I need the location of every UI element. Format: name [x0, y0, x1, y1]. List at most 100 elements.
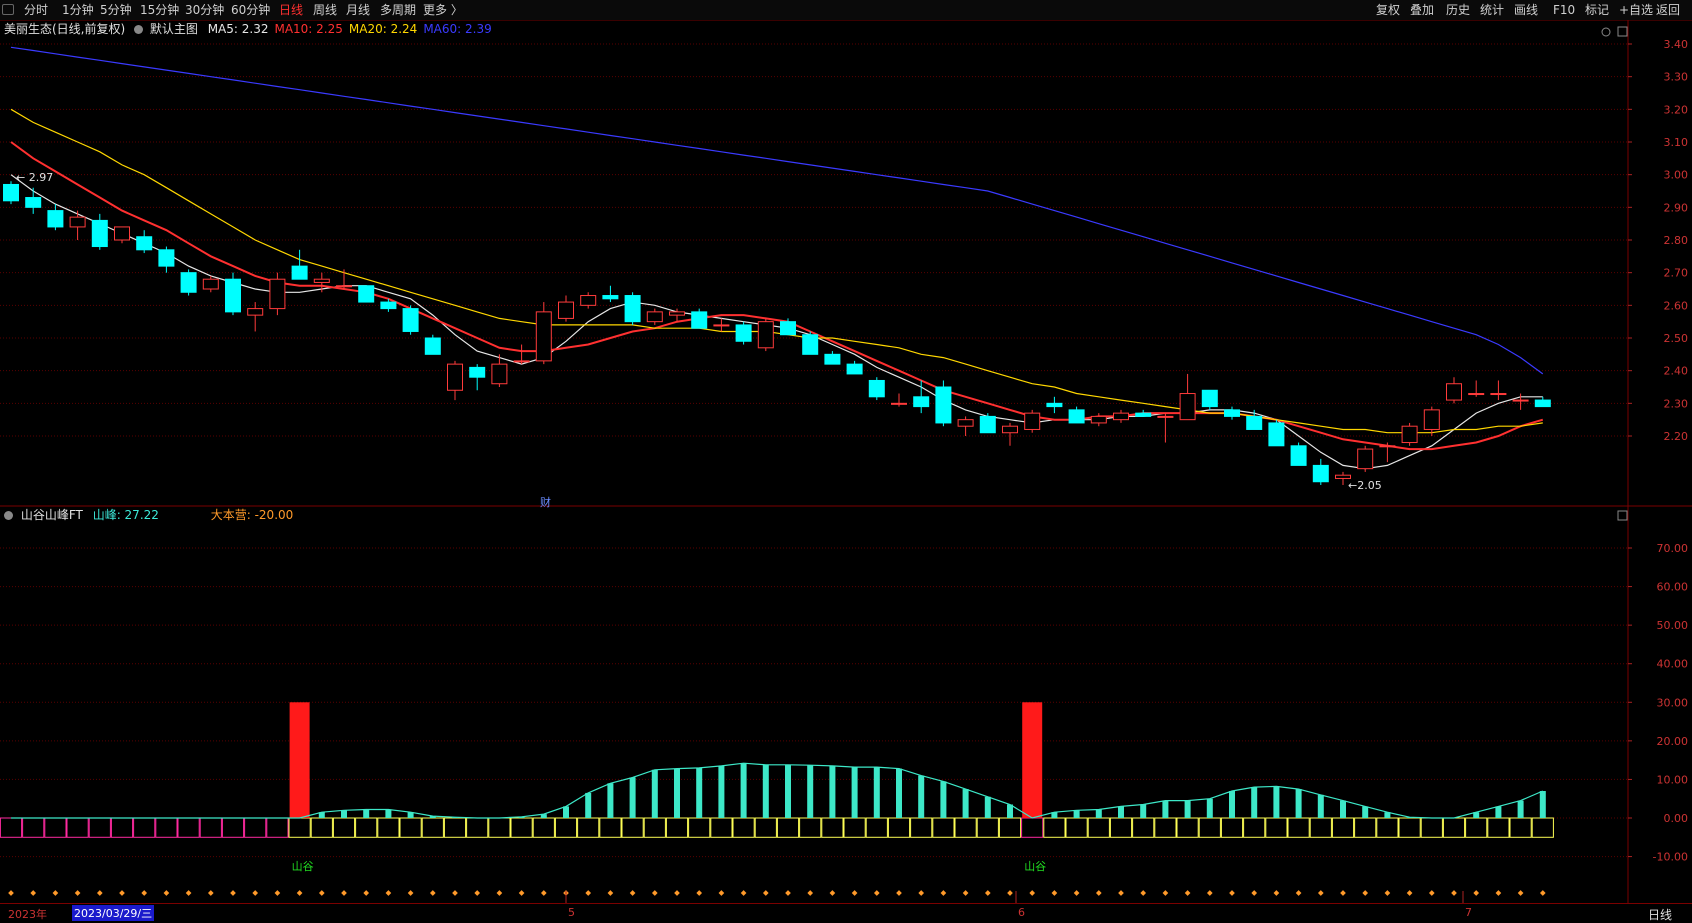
toolbar-button-7[interactable]: +自选	[1619, 0, 1653, 20]
base-cell	[799, 817, 822, 838]
candle-body	[802, 334, 819, 355]
indicator-bar	[785, 764, 791, 818]
bottom-dot	[474, 890, 481, 896]
bottom-dot	[674, 890, 680, 896]
period-label[interactable]: 日线	[1648, 906, 1672, 923]
bottom-dot	[1007, 890, 1013, 896]
base-cell	[1065, 817, 1088, 838]
period-tab-1[interactable]: 1分钟	[62, 0, 94, 20]
candle-body	[269, 278, 286, 310]
candle-body	[3, 183, 19, 202]
toolbar-button-2[interactable]: 历史	[1446, 0, 1470, 20]
bottom-dot	[807, 890, 814, 896]
period-tab-0[interactable]: 分时	[24, 0, 48, 20]
period-toolbar: 分时 1分钟 5分钟 15分钟 30分钟 60分钟 日线 周线 月线 多周期 更多 〉 复权 叠加 历史…	[0, 0, 1692, 21]
indicator-axis-label: 30.00	[1657, 696, 1689, 709]
price-axis-label: 2.50	[1664, 332, 1689, 345]
bottom-dot	[119, 890, 125, 896]
bottom-dot	[1229, 890, 1235, 896]
bottom-dot	[518, 890, 525, 896]
bottom-dot	[1140, 890, 1147, 896]
base-cell	[244, 817, 267, 838]
indicator-bar	[1362, 806, 1369, 818]
period-tab-4[interactable]: 30分钟	[185, 0, 224, 20]
candle-body	[913, 396, 930, 408]
base-cell	[843, 817, 866, 838]
period-tab-8[interactable]: 月线	[346, 0, 370, 20]
bottom-dot	[96, 890, 103, 896]
indicator-bar	[651, 769, 658, 818]
bottom-dot	[385, 890, 392, 896]
base-cell	[510, 817, 533, 838]
candle-body	[180, 272, 197, 293]
bottom-dot	[141, 890, 148, 896]
toolbar-button-3[interactable]: 统计	[1480, 0, 1504, 20]
period-tab-7[interactable]: 周线	[313, 0, 337, 20]
base-cell	[976, 817, 999, 838]
base-cell	[1509, 817, 1532, 838]
candle-body	[69, 216, 86, 228]
base-cell	[1331, 817, 1355, 838]
candle-body	[669, 311, 685, 316]
indicator-bar	[896, 768, 902, 818]
base-cell	[399, 817, 422, 838]
toolbar-button-8[interactable]: 返回	[1656, 0, 1680, 20]
candle-body	[91, 219, 108, 248]
base-cell	[1398, 817, 1421, 838]
candle-body	[735, 324, 752, 342]
base-cell	[488, 817, 511, 838]
period-tab-2[interactable]: 5分钟	[100, 0, 132, 20]
panel-toggle-icon	[1617, 26, 1628, 37]
base-cell	[954, 817, 977, 838]
base-cell	[177, 817, 200, 838]
base-cell	[621, 817, 644, 838]
period-tab-10[interactable]: 更多 〉	[423, 0, 463, 20]
candle-body	[1379, 445, 1396, 448]
candle-body	[868, 379, 885, 398]
base-cell	[1043, 817, 1066, 838]
base-cell	[1465, 817, 1488, 838]
indicator-bar	[1539, 791, 1546, 818]
indicator-bar	[1095, 809, 1102, 818]
bottom-dot	[1384, 890, 1391, 896]
bottom-dot	[207, 890, 214, 896]
bottom-dot	[296, 890, 303, 896]
base-cell	[599, 817, 622, 838]
toolbar-button-0[interactable]: 复权	[1376, 0, 1400, 20]
candle-body	[1157, 415, 1174, 418]
base-cell	[1442, 817, 1466, 838]
base-cell	[199, 817, 222, 838]
period-tab-9[interactable]: 多周期	[380, 0, 416, 20]
period-tab-6[interactable]: 日线	[279, 0, 303, 20]
toolbar-button-1[interactable]: 叠加	[1410, 0, 1434, 20]
base-cell	[688, 817, 711, 838]
candle-body	[25, 197, 42, 208]
base-cell	[776, 817, 800, 838]
toolbar-button-6[interactable]: 标记	[1585, 0, 1609, 20]
indicator-bar	[1295, 789, 1302, 818]
base-cell	[355, 817, 378, 838]
candle-body	[424, 337, 441, 355]
candle-body	[1068, 409, 1085, 424]
price-axis-label: 2.90	[1664, 201, 1689, 214]
candle-body	[47, 210, 64, 228]
ma-line-ma20	[10, 108, 1543, 434]
stock-chart[interactable]: 3.40 3.30 3.20 3.10 3.00 2.90 2.80 2.70 2.60 2.50…	[0, 20, 1692, 903]
indicator-axis-label: 40.00	[1657, 658, 1689, 671]
candle-body	[646, 311, 663, 323]
period-tab-3[interactable]: 15分钟	[140, 0, 179, 20]
bottom-dot	[407, 890, 414, 896]
toolbar-button-5[interactable]: F10	[1553, 0, 1575, 20]
indicator-axis-label: -10.00	[1653, 851, 1688, 864]
candle-body	[136, 236, 153, 251]
bottom-dot	[1162, 890, 1169, 896]
toolbar-button-4[interactable]: 画线	[1514, 0, 1538, 20]
candle-body	[580, 295, 597, 306]
indicator-line	[11, 762, 1544, 819]
bottom-dot	[318, 890, 325, 896]
candle-body	[1534, 399, 1551, 408]
window-icon[interactable]	[2, 4, 14, 15]
candle-body	[1179, 393, 1196, 421]
period-tab-5[interactable]: 60分钟	[231, 0, 270, 20]
candle-body	[624, 295, 641, 323]
